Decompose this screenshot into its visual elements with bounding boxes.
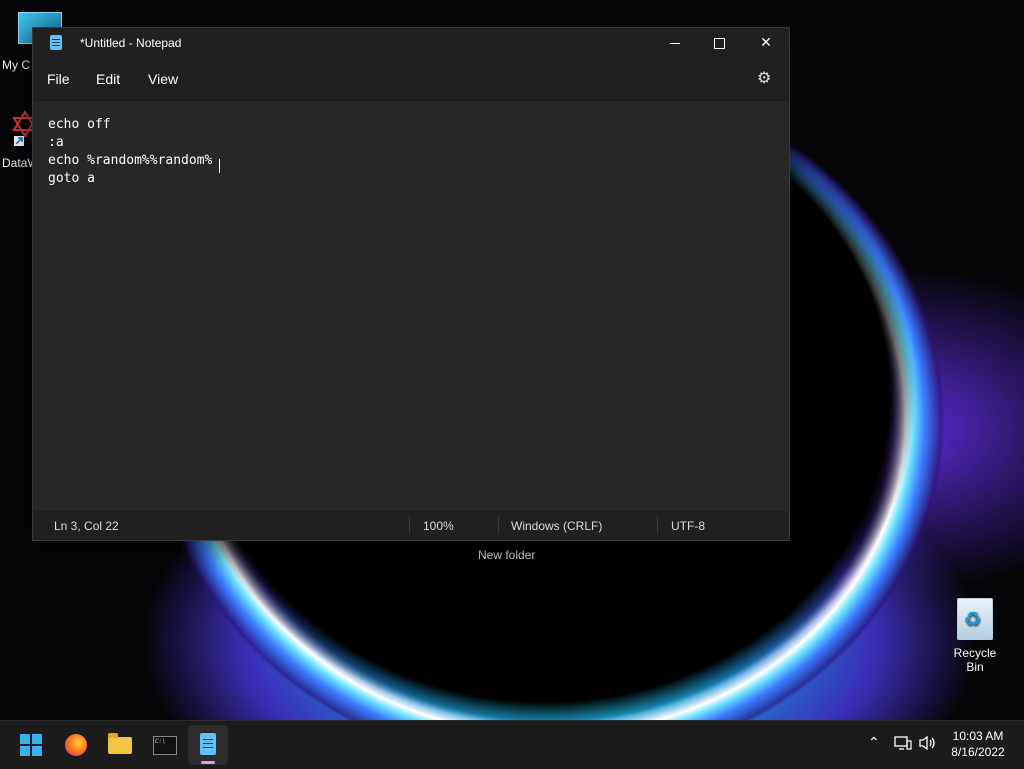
taskbar-terminal[interactable] <box>144 725 184 765</box>
taskbar-firefox[interactable] <box>56 725 96 765</box>
menu-view[interactable]: View <box>148 71 178 87</box>
status-divider <box>409 516 410 534</box>
notepad-icon <box>200 733 216 755</box>
status-encoding: UTF-8 <box>671 519 705 533</box>
status-line-ending: Windows (CRLF) <box>511 519 603 533</box>
network-icon[interactable] <box>894 735 912 755</box>
text-cursor <box>219 159 220 173</box>
text-editor[interactable]: echo off :a echo %random%%random% goto a <box>33 100 789 512</box>
notepad-app-icon <box>50 35 62 50</box>
close-button[interactable]: ✕ <box>743 28 789 58</box>
maximize-icon <box>713 37 725 49</box>
clock-time: 10:03 AM <box>952 729 1004 743</box>
desktop-icon-recycle-bin[interactable]: Recycle Bin <box>944 598 1006 674</box>
editor-line: echo %random%%random% <box>48 153 213 168</box>
editor-line: goto a <box>48 171 95 186</box>
close-icon: ✕ <box>760 35 772 51</box>
minimize-icon <box>670 42 680 44</box>
terminal-icon <box>153 736 177 755</box>
gear-icon[interactable]: ⚙ <box>757 68 771 87</box>
file-explorer-icon <box>108 733 132 754</box>
desktop-icon-label: Recycle Bin <box>953 646 997 674</box>
taskbar-notepad[interactable] <box>188 725 228 765</box>
desktop-icon-label: My C <box>2 58 30 72</box>
clock-date: 8/16/2022 <box>951 745 1005 759</box>
menu-bar: File Edit View ⚙ <box>33 58 789 100</box>
new-folder-label[interactable]: New folder <box>478 548 535 562</box>
recycle-bin-icon <box>957 598 993 640</box>
volume-icon[interactable] <box>918 735 938 755</box>
clock[interactable]: 10:03 AM 8/16/2022 <box>948 728 1008 760</box>
taskbar-file-explorer[interactable] <box>100 725 140 765</box>
menu-edit[interactable]: Edit <box>96 71 120 87</box>
status-divider <box>498 516 499 534</box>
window-title: *Untitled - Notepad <box>80 36 182 50</box>
chevron-up-icon[interactable]: ⌃ <box>868 735 880 751</box>
active-indicator <box>201 761 215 764</box>
editor-line: :a <box>48 135 64 150</box>
editor-line: echo off <box>48 117 111 132</box>
taskbar: ⌃ 10:03 AM 8/16/2022 <box>0 720 1024 769</box>
title-bar[interactable]: *Untitled - Notepad ✕ <box>33 28 789 58</box>
notepad-window[interactable]: *Untitled - Notepad ✕ File Edit View ⚙ e… <box>32 27 790 541</box>
maximize-button[interactable] <box>696 28 742 58</box>
minimize-button[interactable] <box>652 28 698 58</box>
status-divider <box>657 516 658 534</box>
status-bar: Ln 3, Col 22 100% Windows (CRLF) UTF-8 <box>33 511 789 540</box>
status-zoom: 100% <box>423 519 454 533</box>
status-cursor-position: Ln 3, Col 22 <box>54 519 119 533</box>
start-button[interactable] <box>12 725 52 765</box>
menu-file[interactable]: File <box>47 71 70 87</box>
firefox-icon <box>65 734 87 756</box>
